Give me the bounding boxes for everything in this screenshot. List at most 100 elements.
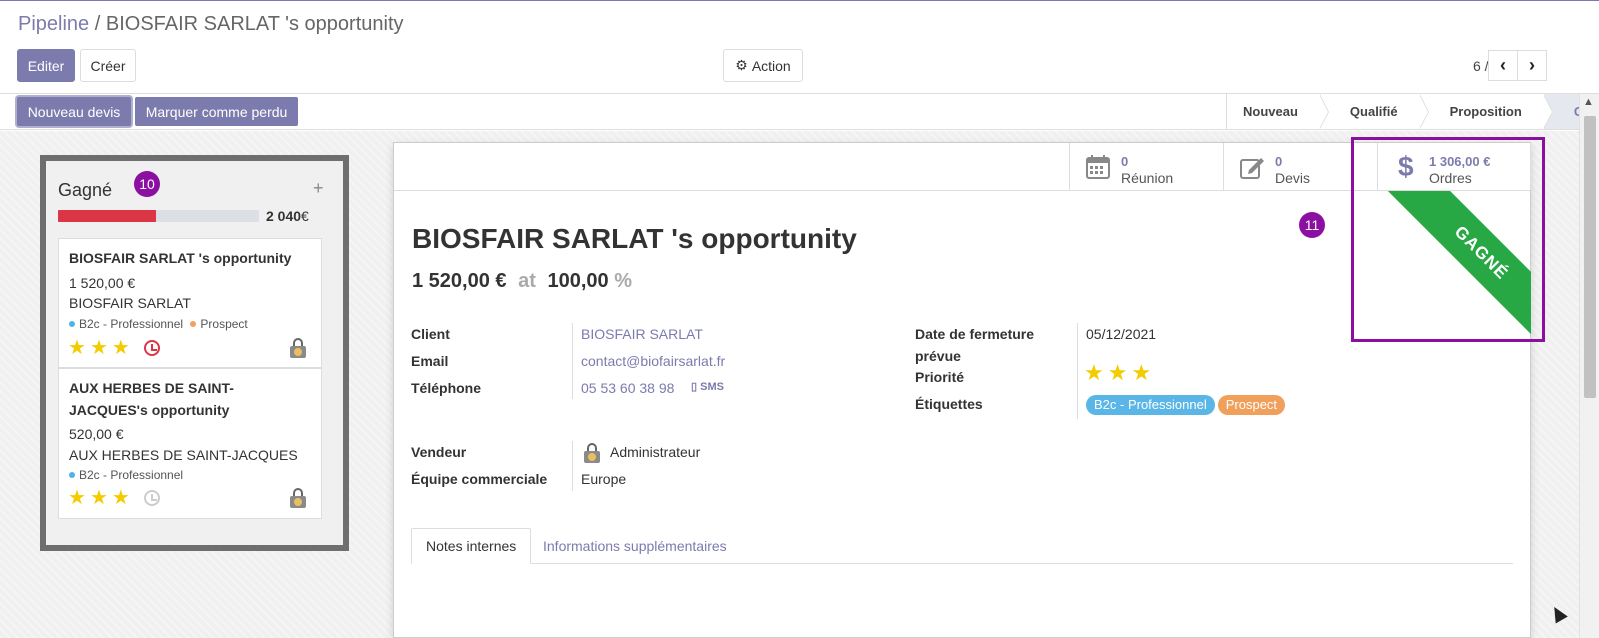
salesperson-field[interactable]: Administrateur xyxy=(610,441,700,463)
activity-clock-icon[interactable] xyxy=(144,490,160,506)
form-header: Nouveau devis Marquer comme perdu Nouvea… xyxy=(0,94,1599,130)
tab-extra-info[interactable]: Informations supplémentaires xyxy=(529,528,741,564)
card-priority[interactable]: ★ ★ ★ xyxy=(68,488,130,508)
priority-field[interactable]: ★ ★ ★ xyxy=(1084,362,1151,384)
edit-icon xyxy=(1240,158,1264,179)
client-field[interactable]: BIOSFAIR SARLAT xyxy=(581,323,703,345)
tag-color-dot xyxy=(69,472,75,478)
close-date-label: Date de fermeture xyxy=(915,326,1035,342)
new-quote-button[interactable]: Nouveau devis xyxy=(17,97,131,126)
card-tag: B2c - Professionnel xyxy=(79,468,184,482)
callout-badge: 10 xyxy=(134,171,160,197)
priority-label: Priorité xyxy=(915,369,965,385)
star-icon[interactable]: ★ xyxy=(112,338,130,358)
star-icon[interactable]: ★ xyxy=(112,488,130,508)
kanban-progress-bar[interactable] xyxy=(58,210,259,222)
star-icon[interactable]: ★ xyxy=(68,338,86,358)
close-date-label-line2: prévue xyxy=(915,348,961,364)
star-icon[interactable]: ★ xyxy=(90,488,108,508)
star-icon[interactable]: ★ xyxy=(68,488,86,508)
vertical-scrollbar[interactable]: ▲ xyxy=(1579,94,1599,638)
kanban-progress-fill xyxy=(58,210,157,222)
scroll-up-icon[interactable]: ▲ xyxy=(1583,96,1594,108)
client-label: Client xyxy=(411,326,450,342)
mobile-icon: ▯ xyxy=(691,381,698,393)
sms-label: SMS xyxy=(700,381,724,393)
meetings-smart-button[interactable]: 0 Réunion xyxy=(1069,143,1223,190)
action-label: Action xyxy=(751,57,791,74)
kanban-column-title: Gagné xyxy=(58,180,113,200)
tag-badge[interactable]: Prospect xyxy=(1217,395,1286,415)
sms-button[interactable]: ▯ SMS xyxy=(691,380,724,393)
stage-statusbar: Nouveau Qualifié Proposition Gagné xyxy=(1226,94,1599,129)
scrollbar-thumb[interactable] xyxy=(1584,116,1596,398)
email-label: Email xyxy=(411,353,449,369)
stage-proposition[interactable]: Proposition xyxy=(1419,94,1554,129)
card-tags: B2c - Professionnel xyxy=(69,468,183,482)
stage-nouveau[interactable]: Nouveau xyxy=(1227,94,1329,129)
breadcrumb: Pipeline / BIOSFAIR SARLAT 's opportunit… xyxy=(18,13,404,36)
card-amount: 520,00 € xyxy=(69,426,124,442)
activity-clock-icon[interactable] xyxy=(144,340,160,356)
kanban-card[interactable]: BIOSFAIR SARLAT 's opportunity 1 520,00 … xyxy=(58,238,322,368)
user-avatar-icon xyxy=(583,443,601,463)
calendar-icon xyxy=(1086,155,1110,179)
star-icon[interactable]: ★ xyxy=(1108,362,1128,384)
user-avatar-icon xyxy=(289,338,307,358)
star-icon[interactable]: ★ xyxy=(1131,362,1151,384)
sales-team-field[interactable]: Europe xyxy=(581,468,626,490)
field-divider xyxy=(572,323,573,399)
card-title: BIOSFAIR SARLAT 's opportunity xyxy=(69,250,292,266)
opportunity-title[interactable]: BIOSFAIR SARLAT 's opportunity xyxy=(412,223,857,255)
quotes-count: 0 xyxy=(1275,154,1283,169)
kanban-quick-create-icon[interactable]: + xyxy=(313,178,324,199)
stage-qualifie[interactable]: Qualifié xyxy=(1319,94,1429,129)
action-button[interactable]: ⚙ Action xyxy=(723,49,803,82)
top-accent-line xyxy=(0,0,1599,1)
phone-label: Téléphone xyxy=(411,380,482,396)
card-title: AUX HERBES DE SAINT-JACQUES's opportunit… xyxy=(69,380,234,418)
salesperson-label: Vendeur xyxy=(411,444,467,460)
email-field[interactable]: contact@biofairsarlat.fr xyxy=(581,350,725,372)
field-divider xyxy=(1077,323,1078,419)
breadcrumb-current: BIOSFAIR SARLAT 's opportunity xyxy=(105,13,404,35)
kanban-card[interactable]: AUX HERBES DE SAINT-JACQUES's opportunit… xyxy=(58,368,322,519)
probability-value[interactable]: 100,00 xyxy=(547,270,608,292)
card-customer: BIOSFAIR SARLAT xyxy=(69,295,191,311)
tag-color-dot xyxy=(69,321,75,327)
card-tags: B2c - Professionnel Prospect xyxy=(69,317,248,331)
edit-button[interactable]: Editer xyxy=(17,49,75,82)
tags-label: Étiquettes xyxy=(915,396,983,412)
expected-revenue: 1 520,00 € at 100,00 % xyxy=(412,270,632,293)
card-priority[interactable]: ★ ★ ★ xyxy=(68,338,130,358)
expected-revenue-value[interactable]: 1 520,00 € xyxy=(412,270,507,292)
card-tag: Prospect xyxy=(200,317,248,331)
breadcrumb-separator: / xyxy=(94,13,101,35)
chevron-left-icon: ‹ xyxy=(1500,55,1506,75)
tag-badge[interactable]: B2c - Professionnel xyxy=(1086,395,1215,415)
notebook-tabs: Notes internes Informations supplémentai… xyxy=(411,528,1513,564)
breadcrumb-pipeline-link[interactable]: Pipeline xyxy=(18,13,89,35)
pager-previous-button[interactable]: ‹ xyxy=(1488,50,1518,81)
quotes-label: Devis xyxy=(1275,170,1311,186)
highlight-box xyxy=(1351,137,1545,342)
at-label: at xyxy=(518,270,536,292)
phone-field[interactable]: 05 53 60 38 98 xyxy=(581,377,674,399)
star-icon[interactable]: ★ xyxy=(90,338,108,358)
card-customer: AUX HERBES DE SAINT-JACQUES xyxy=(69,447,298,463)
callout-badge: 11 xyxy=(1299,212,1325,238)
pager-next-button[interactable]: › xyxy=(1517,50,1547,81)
create-button[interactable]: Créer xyxy=(80,49,136,82)
field-divider xyxy=(572,441,573,491)
user-avatar-icon xyxy=(289,488,307,508)
gear-icon: ⚙ xyxy=(735,57,748,73)
kanban-total-currency: € xyxy=(301,208,309,224)
tags-field[interactable]: B2c - Professionnel Prospect xyxy=(1086,393,1288,415)
meetings-label: Réunion xyxy=(1121,170,1174,186)
mark-lost-button[interactable]: Marquer comme perdu xyxy=(135,97,298,126)
kanban-total-amount: 2 040 xyxy=(266,208,302,224)
card-amount: 1 520,00 € xyxy=(69,275,136,291)
tab-internal-notes[interactable]: Notes internes xyxy=(411,528,532,564)
star-icon[interactable]: ★ xyxy=(1084,362,1104,384)
close-date-field[interactable]: 05/12/2021 xyxy=(1086,323,1156,345)
